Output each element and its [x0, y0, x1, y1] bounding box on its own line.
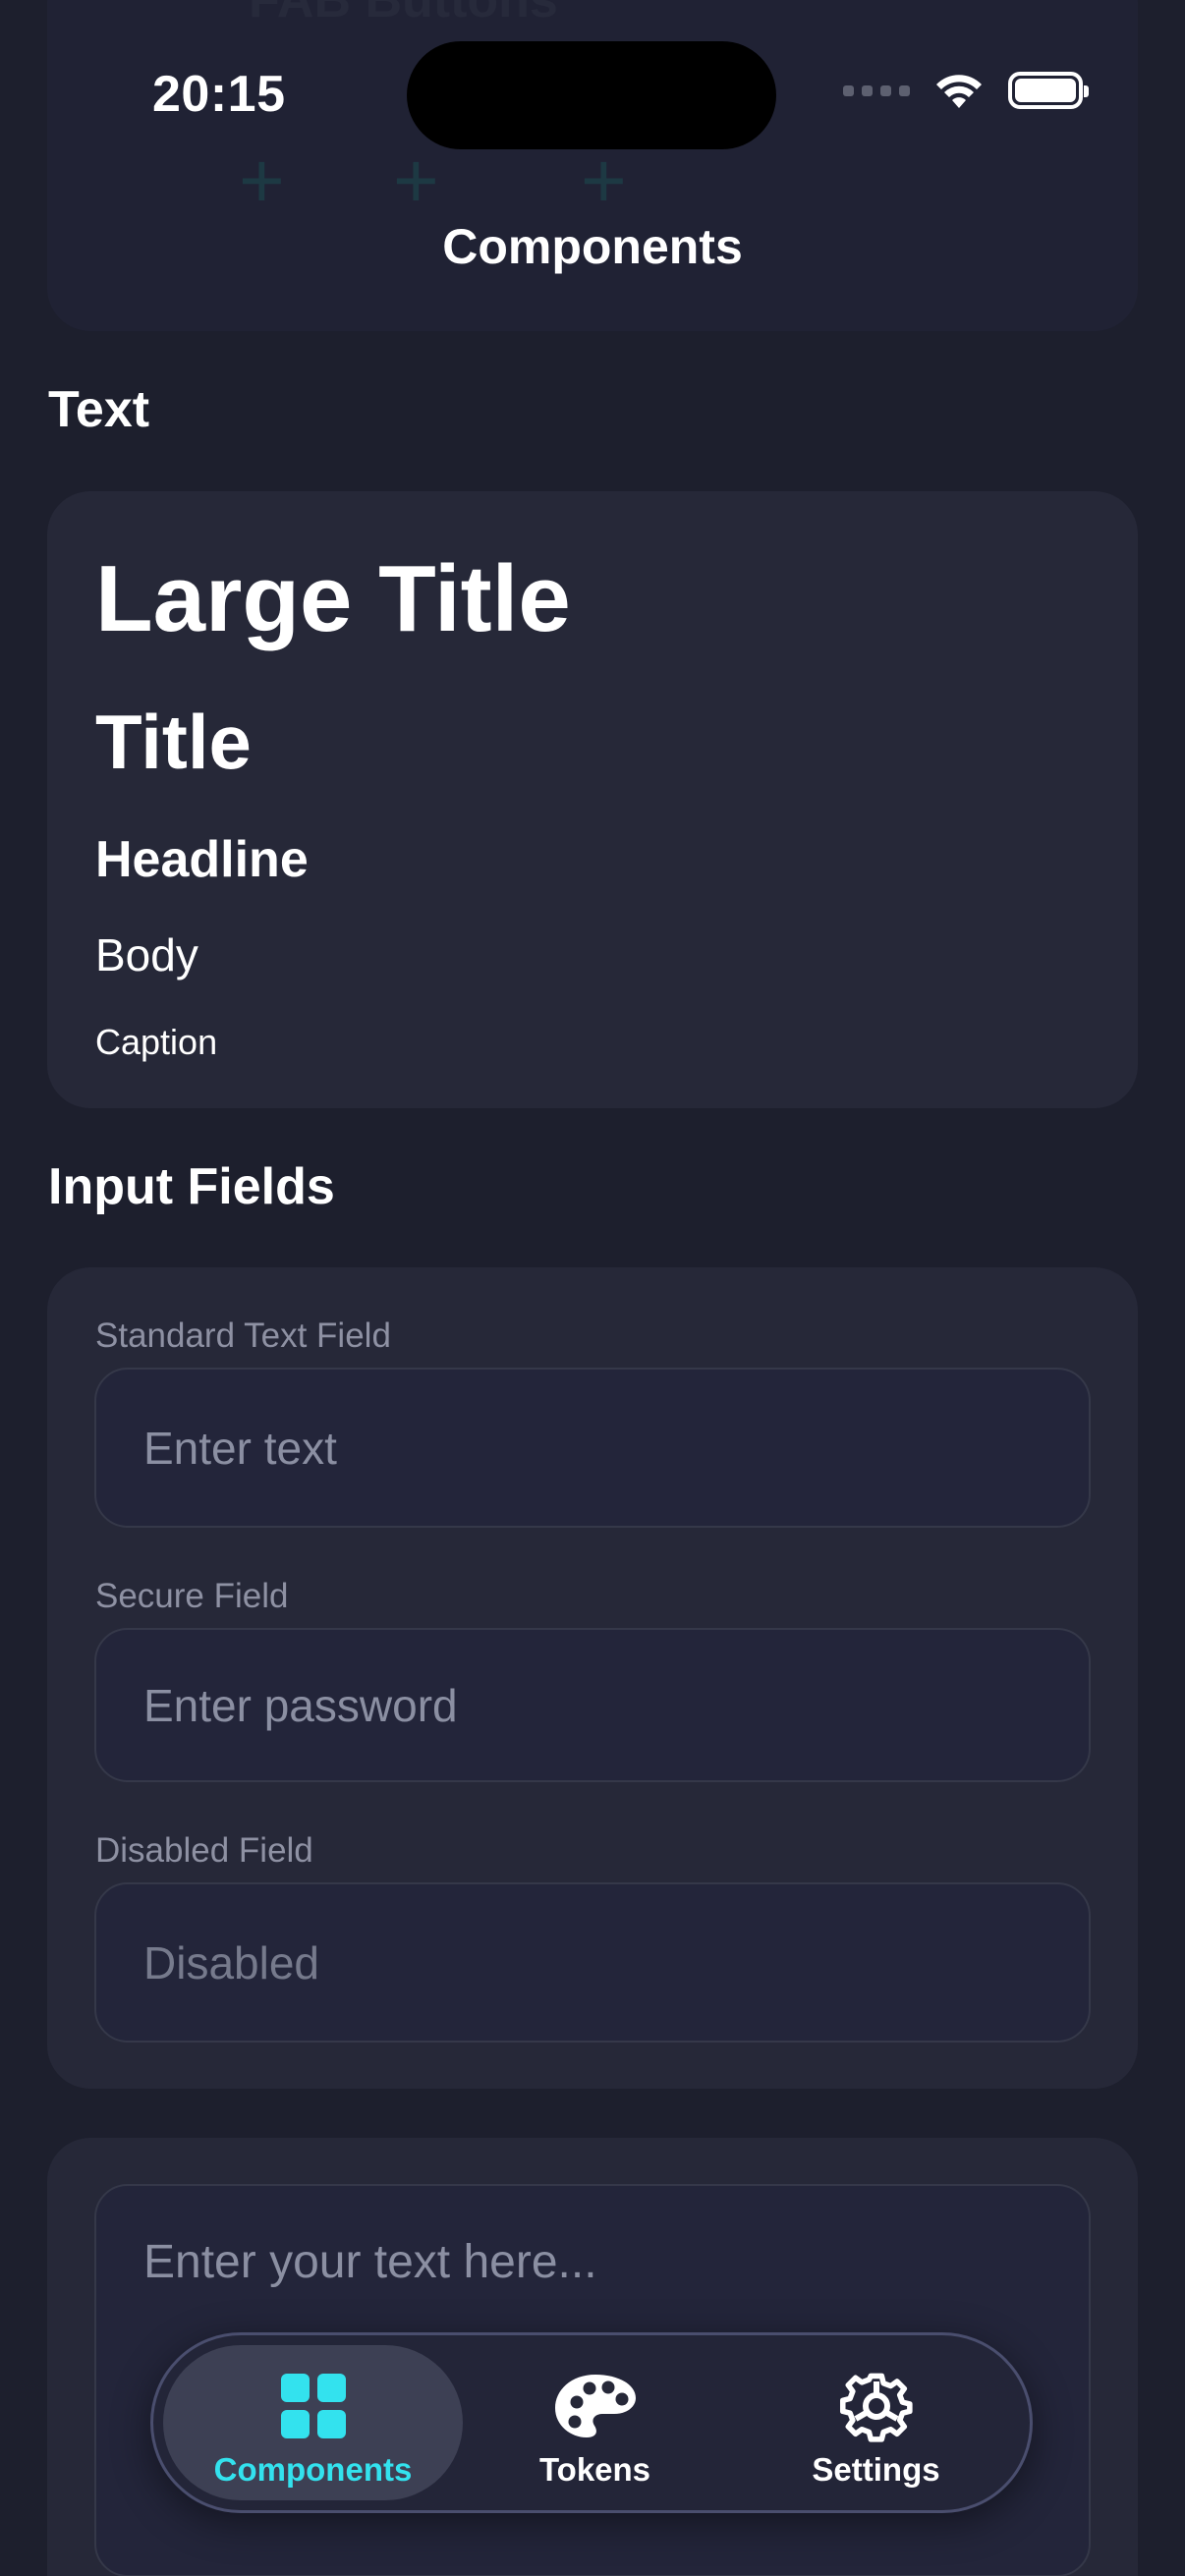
fab-buttons-title: FAB Buttons — [249, 0, 558, 28]
large-title-sample: Large Title — [95, 546, 571, 651]
headline-sample: Headline — [95, 831, 309, 888]
tab-settings-label: Settings — [812, 2451, 940, 2488]
battery-icon — [1008, 72, 1089, 109]
cellular-signal-icon — [843, 84, 910, 96]
page-title: Components — [442, 219, 743, 274]
tab-settings[interactable]: Settings — [726, 2345, 1026, 2500]
screen: FAB Buttons + + + 20:15 Components Text … — [0, 0, 1185, 2576]
dynamic-island — [407, 41, 776, 149]
fab-plus-button[interactable]: + — [393, 136, 439, 226]
grid-icon — [280, 2374, 346, 2438]
gear-icon — [839, 2373, 913, 2442]
tab-tokens[interactable]: Tokens — [445, 2345, 745, 2500]
tab-components-label: Components — [213, 2451, 413, 2488]
tab-components[interactable]: Components — [163, 2345, 463, 2500]
secure-field-label: Secure Field — [95, 1577, 289, 1615]
input-fields-card: Standard Text Field Secure Field Disable… — [47, 1267, 1138, 2089]
fab-plus-button[interactable]: + — [239, 136, 285, 226]
disabled-text-input — [96, 1884, 1089, 2041]
section-title-text: Text — [48, 381, 150, 438]
secure-password-input[interactable] — [96, 1630, 1089, 1780]
tab-tokens-label: Tokens — [538, 2451, 651, 2488]
tab-bar: Components Tokens Settings — [150, 2332, 1033, 2513]
status-time: 20:15 — [152, 66, 286, 123]
wifi-icon — [936, 75, 982, 108]
disabled-field — [94, 1882, 1091, 2043]
palette-icon — [554, 2375, 636, 2437]
status-icons — [843, 71, 1089, 110]
title-sample: Title — [95, 699, 252, 785]
standard-field-label: Standard Text Field — [95, 1316, 391, 1355]
secure-field[interactable] — [94, 1628, 1091, 1782]
body-sample: Body — [95, 929, 198, 980]
disabled-field-label: Disabled Field — [95, 1831, 313, 1870]
standard-text-input[interactable] — [96, 1370, 1089, 1526]
text-styles-card: Large Title Title Headline Body Caption — [47, 491, 1138, 1108]
caption-sample: Caption — [95, 1022, 218, 1062]
section-title-input-fields: Input Fields — [48, 1158, 335, 1215]
standard-text-field[interactable] — [94, 1368, 1091, 1528]
